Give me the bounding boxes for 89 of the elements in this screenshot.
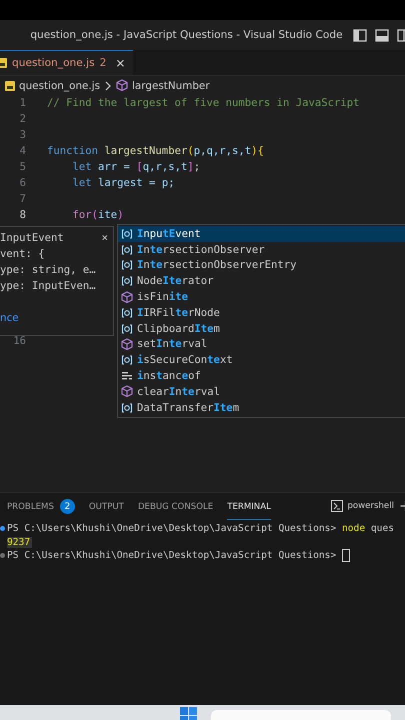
line-number: 2 (18, 113, 27, 125)
suggestion-item[interactable]: clearInterval (118, 384, 405, 400)
line-number: 7 (18, 193, 27, 205)
suggestion-item[interactable]: NodeIterator (118, 273, 405, 290)
code-line: let arr = [q,r,s,t]; (72, 161, 200, 173)
close-icon[interactable]: × (102, 232, 108, 244)
hover-code-line: vent: { (0, 247, 46, 262)
tab-label: TERMINAL (227, 502, 271, 512)
problem-count: 2 (100, 57, 106, 69)
hover-code-line: ype: string, e… (0, 263, 97, 278)
suggestion-item[interactable]: IntersectionObserverEntry (118, 258, 405, 274)
panel-tab[interactable]: PROBLEMS 2 (7, 492, 75, 520)
close-icon[interactable]: × (115, 56, 126, 70)
variable-icon (121, 354, 133, 366)
panel-toggle-icon[interactable] (375, 28, 389, 42)
suggestion-item[interactable]: isFinite (118, 289, 405, 305)
tab-label: PROBLEMS (7, 502, 54, 512)
suggestion-item[interactable]: InputEvent (118, 226, 405, 242)
terminal-icon (331, 500, 344, 512)
suggestion-label: clearInterval (137, 386, 220, 398)
suggestion-item[interactable]: IntersectionObserver (118, 242, 405, 258)
variable-icon (121, 259, 133, 272)
windows-start-icon (180, 705, 197, 720)
chevron-icon (104, 80, 112, 90)
cube-icon (116, 79, 128, 92)
line-number: 8 (18, 209, 27, 221)
variable-icon (121, 275, 133, 288)
variable-icon (121, 402, 133, 414)
variable-icon (121, 306, 133, 319)
prompt-text: PS C:\Users\Khushi\OneDrive\Desktop\JavaScript Questions> (7, 550, 336, 562)
panel-tab[interactable]: OUTPUT (88, 492, 124, 520)
taskbar-search-field[interactable] (211, 710, 391, 720)
panel-tab[interactable]: DEBUG CONSOLE (138, 492, 214, 520)
command-argument: ques (370, 523, 394, 534)
suggestion-label: ClipboardItem (137, 322, 220, 335)
window-title: question_one.js - JavaScript Questions - Visual Studio Code (29, 29, 344, 41)
code-line: // Find the largest of five numbers in JavaScript (47, 97, 360, 109)
suggestion-item[interactable]: DataTransferItem (118, 400, 405, 416)
variable-icon (121, 228, 133, 240)
reference-link[interactable]: nce (0, 312, 19, 324)
sidebar-toggle-icon[interactable] (353, 28, 367, 42)
hover-title: InputEvent (0, 232, 64, 244)
variable-icon (121, 244, 133, 256)
tab-label: OUTPUT (88, 502, 124, 512)
suggestion-label: IntersectionObserver (137, 244, 265, 256)
suggestion-label: isSecureContext (137, 354, 233, 366)
breadcrumb-item[interactable]: largestNumber (132, 80, 210, 92)
suggestion-item[interactable]: setInterval (118, 336, 405, 352)
prompt-text: PS C:\Users\Khushi\OneDrive\Desktop\JavaScript Questions> (7, 523, 336, 534)
command-status-dot[interactable] (0, 553, 5, 558)
line-number: 5 (18, 161, 27, 173)
suggestion-label: setInterval (137, 338, 208, 350)
panel-tab[interactable]: TERMINAL (227, 492, 271, 520)
code-line: let largest = p; (72, 177, 175, 189)
breadcrumb-item[interactable]: question_one.js (19, 80, 100, 92)
suggestion-item[interactable]: isSecureContext (118, 352, 405, 368)
suggestion-label: instanceof (137, 370, 201, 382)
editor-tab[interactable]: question_one.js 2 × (0, 50, 134, 75)
cube-icon (121, 290, 133, 304)
cube-icon (121, 338, 133, 351)
command-text: node (341, 523, 366, 534)
tab-label: DEBUG CONSOLE (138, 502, 214, 512)
suggestion-label: isFinite (137, 291, 188, 304)
code-line: for(ite) (72, 209, 124, 221)
suggestion-label: NodeIterator (137, 275, 214, 288)
suggestion-label: InputEvent (137, 228, 201, 240)
js-file-icon (5, 80, 15, 90)
suggestion-label: IntersectionObserverEntry (137, 259, 296, 272)
line-number: 1 (18, 97, 27, 109)
cube-icon (121, 385, 133, 398)
suggestion-label: IIRFilterNode (137, 306, 220, 319)
count-badge: 2 (60, 499, 75, 514)
suggestion-item[interactable]: instanceof (118, 368, 405, 384)
code-line: function largestNumber(p,q,r,s,t){ (47, 145, 264, 157)
tab-label: question_one.js (12, 57, 95, 69)
line-number: 16 (12, 335, 26, 347)
line-number: 3 (18, 129, 27, 141)
line-number: 6 (18, 177, 27, 189)
variable-icon (121, 322, 133, 335)
suggestion-item[interactable]: ClipboardItem (118, 320, 405, 337)
js-file-icon (0, 58, 7, 68)
command-status-dot[interactable] (0, 526, 5, 531)
line-number: 4 (18, 145, 27, 157)
suggestion-item[interactable]: IIRFilterNode (118, 304, 405, 321)
suggestion-label: DataTransferItem (137, 402, 240, 414)
shell-name[interactable]: powershell (347, 501, 394, 511)
output-text: 9237 (7, 536, 32, 548)
keyword-icon (121, 370, 133, 382)
hover-code-line: ype: InputEven… (0, 279, 97, 294)
